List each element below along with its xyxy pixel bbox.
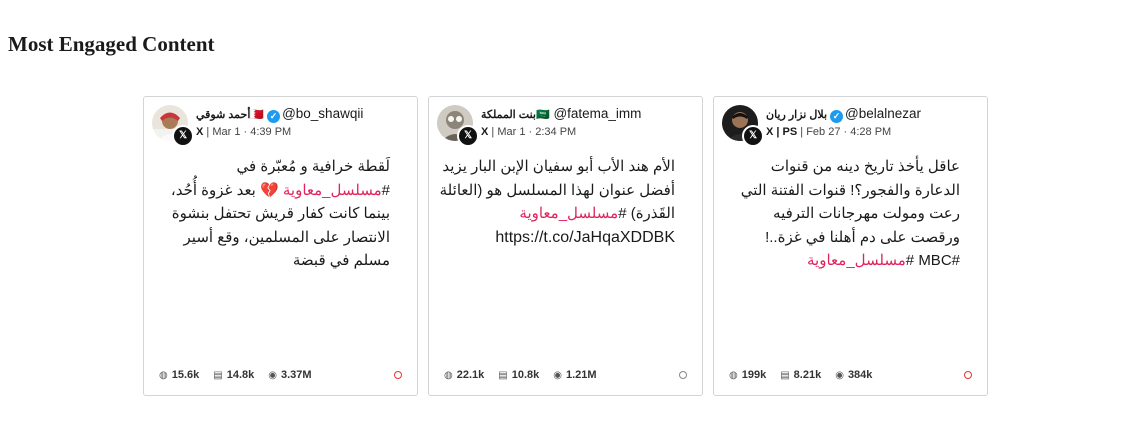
post-source: X [196, 126, 204, 138]
post-date: Feb 27 [806, 126, 841, 138]
shares-stat: ◍ 15.6k [159, 369, 199, 381]
globe-icon: ◍ [729, 369, 738, 381]
post-time: 2:34 PM [535, 126, 577, 138]
display-name[interactable]: بنت المملكة🇸🇦 [481, 109, 550, 121]
x-logo-icon: 𝕏 [172, 125, 194, 147]
status-indicator [679, 371, 687, 379]
shares-count: 22.1k [456, 369, 485, 381]
eye-icon: ◉ [268, 369, 277, 381]
comments-stat: ▤ 14.8k [213, 369, 254, 381]
comments-count: 8.21k [793, 369, 822, 381]
shares-stat: ◍ 22.1k [444, 369, 484, 381]
post-source: X [481, 126, 489, 138]
globe-icon: ◍ [159, 369, 168, 381]
views-count: 1.21M [565, 369, 597, 381]
post-meta: X | Mar 1 · 4:39 PM [196, 126, 292, 138]
post-body: الأم هند الأب أبو سفيان الإبن البار يزيد… [437, 155, 675, 249]
status-indicator [964, 371, 972, 379]
author-line: بلال نزار ريان ✓ @belalnezar [766, 106, 921, 123]
comments-stat: ▤ 10.8k [498, 369, 539, 381]
comments-stat: ▤ 8.21k [780, 369, 821, 381]
post-time: 4:28 PM [850, 126, 892, 138]
hashtag-link[interactable]: مسلسل_معاوية [283, 182, 382, 199]
author-line: أحمد شوقي🇧🇭 ✓ @bo_shawqii [196, 106, 363, 123]
post-time: 4:39 PM [250, 126, 292, 138]
comment-icon: ▤ [498, 369, 508, 381]
x-logo-icon: 𝕏 [742, 125, 764, 147]
post-cards: 𝕏 أحمد شوقي🇧🇭 ✓ @bo_shawqii X | Mar 1 · 4:… [143, 96, 988, 396]
page-title: Most Engaged Content [8, 32, 215, 56]
comments-count: 10.8k [511, 369, 540, 381]
views-count: 384k [847, 369, 873, 381]
post-header: 𝕏 بلال نزار ريان ✓ @belalnezar X | PS | Fe… [722, 105, 979, 147]
globe-icon: ◍ [444, 369, 453, 381]
post-stats: ◍ 199k ▤ 8.21k ◉ 384k [729, 369, 972, 381]
post-card[interactable]: 𝕏 بلال نزار ريان ✓ @belalnezar X | PS | Fe… [713, 96, 988, 396]
views-count: 3.37M [280, 369, 312, 381]
verified-badge-icon: ✓ [267, 110, 281, 123]
author-handle[interactable]: @bo_shawqii [282, 106, 363, 121]
post-header: 𝕏 أحمد شوقي🇧🇭 ✓ @bo_shawqii X | Mar 1 · 4:… [152, 105, 409, 147]
display-name[interactable]: أحمد شوقي🇧🇭 [196, 109, 264, 121]
shares-stat: ◍ 199k [729, 369, 766, 381]
views-stat: ◉ 1.21M [553, 369, 596, 381]
shares-count: 199k [741, 369, 767, 381]
post-source: X | PS [766, 126, 798, 138]
comment-icon: ▤ [213, 369, 223, 381]
post-date: Mar 1 [497, 126, 526, 138]
post-link[interactable]: https://t.co/JaHqaXDDBK [495, 229, 675, 246]
author-handle[interactable]: @fatema_imm [553, 106, 641, 121]
x-logo-icon: 𝕏 [457, 125, 479, 147]
comment-icon: ▤ [780, 369, 790, 381]
shares-count: 15.6k [171, 369, 200, 381]
hashtag-link[interactable]: مسلسل_معاوية [519, 205, 618, 222]
hashtag-link[interactable]: مسلسل_معاوية [807, 252, 906, 269]
author-handle[interactable]: @belalnezar [845, 106, 921, 121]
post-body: عاقل يأخذ تاريخ دينه من قنوات الدعارة وا… [722, 155, 960, 273]
status-indicator [394, 371, 402, 379]
post-date: Mar 1 [212, 126, 241, 138]
post-body: لَقطة خرافية و مُعبّرة في #مسلسل_معاوية … [152, 155, 390, 273]
post-header: 𝕏 بنت المملكة🇸🇦 @fatema_imm X | Mar 1 · … [437, 105, 694, 147]
eye-icon: ◉ [553, 369, 562, 381]
views-stat: ◉ 3.37M [268, 369, 311, 381]
post-meta: X | Mar 1 · 2:34 PM [481, 126, 577, 138]
post-stats: ◍ 15.6k ▤ 14.8k ◉ 3.37M [159, 369, 402, 381]
views-stat: ◉ 384k [835, 369, 872, 381]
post-meta: X | PS | Feb 27 · 4:28 PM [766, 126, 892, 138]
display-name[interactable]: بلال نزار ريان [766, 109, 827, 121]
comments-count: 14.8k [226, 369, 255, 381]
author-line: بنت المملكة🇸🇦 @fatema_imm [481, 106, 641, 121]
post-card[interactable]: 𝕏 أحمد شوقي🇧🇭 ✓ @bo_shawqii X | Mar 1 · 4:… [143, 96, 418, 396]
eye-icon: ◉ [835, 369, 844, 381]
post-stats: ◍ 22.1k ▤ 10.8k ◉ 1.21M [444, 369, 687, 381]
verified-badge-icon: ✓ [830, 110, 844, 123]
post-card[interactable]: 𝕏 بنت المملكة🇸🇦 @fatema_imm X | Mar 1 · … [428, 96, 703, 396]
